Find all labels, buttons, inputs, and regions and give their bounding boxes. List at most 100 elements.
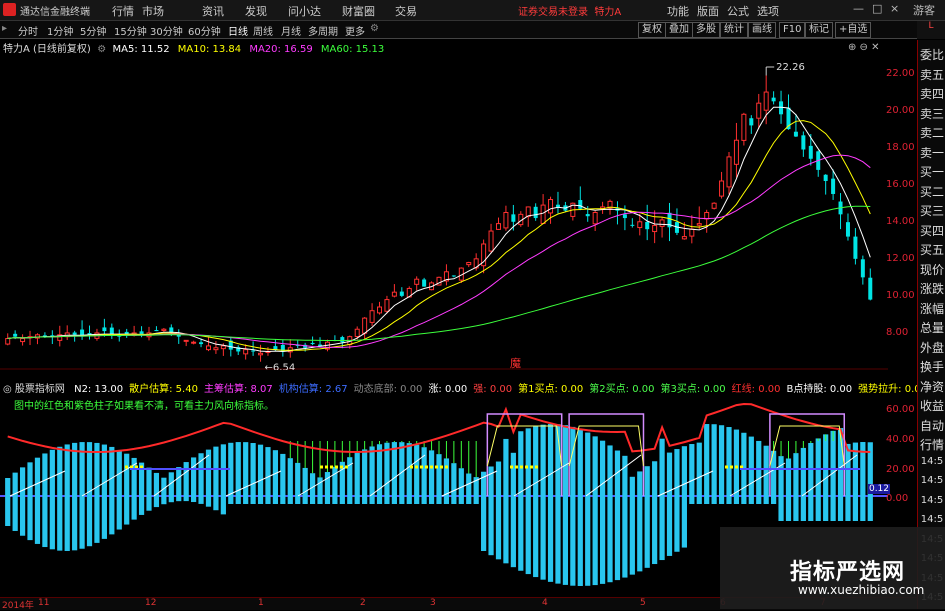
side-item-0[interactable]: 委比 (919, 46, 945, 63)
indicator-bar (228, 496, 234, 504)
minimize-icon[interactable]: — (853, 2, 864, 15)
menu-0[interactable]: 行情 (112, 3, 134, 19)
indicator-name[interactable]: 股票指标网 (15, 384, 65, 395)
indicator-bar (763, 445, 769, 496)
indicator-bar (614, 450, 621, 496)
side-item-19[interactable]: 自动 (919, 417, 945, 434)
menu-5[interactable]: 财富圈 (342, 3, 375, 19)
period-8[interactable]: 月线 (281, 23, 301, 38)
period-4[interactable]: 30分钟 (150, 23, 183, 38)
side-item-7[interactable]: 买二 (919, 183, 945, 200)
tool-6[interactable]: 标记 (805, 22, 833, 38)
restore-icon[interactable]: □ (872, 2, 882, 15)
side-item-13[interactable]: 涨幅 (919, 300, 945, 317)
side-item-18[interactable]: 收益 (919, 397, 945, 414)
tool-1[interactable]: 叠加 (665, 22, 693, 38)
period-2[interactable]: 5分钟 (80, 23, 106, 38)
menu-6[interactable]: 交易 (395, 3, 417, 19)
tool-7[interactable]: +自选 (835, 22, 872, 38)
right-menu-1[interactable]: 版面 (697, 3, 719, 19)
period-9[interactable]: 多周期 (308, 23, 338, 38)
side-item-24[interactable]: 14:5 (919, 514, 945, 525)
indicator-bar (362, 496, 368, 504)
ind-tick-3: 0.00 (886, 493, 909, 504)
side-item-5[interactable]: 卖一 (919, 144, 945, 161)
collapse-icon[interactable]: ▸ (2, 23, 7, 34)
price-tick-3: 16.00 (886, 178, 915, 190)
tool-3[interactable]: 统计 (720, 22, 748, 38)
side-item-22[interactable]: 14:5 (919, 475, 945, 486)
menu-4[interactable]: 问小达 (288, 3, 321, 19)
guest-button[interactable]: 游客 (913, 2, 935, 18)
indicator-bar (421, 496, 427, 504)
right-menu-2[interactable]: 公式 (727, 3, 749, 19)
menu-1[interactable]: 市场 (142, 3, 164, 19)
indicator-bar (399, 496, 405, 504)
right-menu-3[interactable]: 选项 (757, 3, 779, 19)
tool-5[interactable]: F10 (779, 22, 806, 38)
side-item-15[interactable]: 外盘 (919, 339, 945, 356)
tool-4[interactable]: 画线 (748, 22, 776, 38)
period-3[interactable]: 15分钟 (114, 23, 147, 38)
indicator-bar (146, 496, 152, 511)
indicator-bar (309, 473, 316, 496)
side-item-17[interactable]: 净资 (919, 378, 945, 395)
panel-tag[interactable]: L (917, 21, 945, 39)
candle-body (154, 330, 159, 332)
side-item-11[interactable]: 现价 (919, 261, 945, 278)
candle-body (793, 131, 798, 137)
indicator-bar (778, 456, 784, 496)
price-tick-1: 20.00 (886, 104, 915, 116)
indicator-bar (213, 446, 219, 496)
period-0[interactable]: 分时 (18, 23, 38, 38)
side-item-1[interactable]: 卖五 (919, 66, 945, 83)
gear-icon[interactable]: ⚙ (94, 44, 109, 55)
side-item-6[interactable]: 买一 (919, 163, 945, 180)
side-item-23[interactable]: 14:5 (919, 495, 945, 506)
indicator-bar (191, 457, 197, 496)
settings-icon[interactable]: ⚙ (370, 23, 379, 34)
indicator-bar (198, 496, 204, 504)
tool-2[interactable]: 多股 (692, 22, 720, 38)
period-6[interactable]: 日线 (228, 23, 248, 38)
price-tick-6: 10.00 (886, 289, 915, 301)
date-tick-5: 3 (430, 598, 436, 608)
indicator-bar (72, 496, 78, 551)
tool-0[interactable]: 复权 (638, 22, 666, 38)
login-notice[interactable]: 证券交易未登录 特力A (518, 3, 621, 18)
side-item-8[interactable]: 买三 (919, 202, 945, 219)
side-item-9[interactable]: 买四 (919, 222, 945, 239)
side-item-20[interactable]: 行情 (919, 436, 945, 453)
side-item-16[interactable]: 换手 (919, 358, 945, 375)
chart-zoom-icons[interactable]: ⊕ ⊖ ✕ (848, 42, 880, 53)
period-1[interactable]: 1分钟 (47, 23, 73, 38)
indicator-bar (205, 496, 212, 507)
period-10[interactable]: 更多 (345, 23, 365, 38)
indicator-bar (533, 426, 539, 496)
period-5[interactable]: 60分钟 (188, 23, 221, 38)
side-item-2[interactable]: 卖四 (919, 85, 945, 102)
indicator-bar (428, 450, 435, 496)
side-item-21[interactable]: 14:5 (919, 456, 945, 467)
last-value-badge: 0.12 (868, 484, 890, 494)
menu-3[interactable]: 发现 (245, 3, 267, 19)
indicator-bar (800, 496, 806, 521)
indicator-value-6: 强: 0.00 (473, 384, 513, 395)
side-item-12[interactable]: 涨跌 (919, 280, 945, 297)
indicator-bar (443, 458, 450, 496)
indicator-bar (347, 457, 353, 496)
period-7[interactable]: 周线 (253, 23, 273, 38)
side-item-10[interactable]: 买五 (919, 241, 945, 258)
right-menu-0[interactable]: 功能 (667, 3, 689, 19)
side-item-4[interactable]: 卖二 (919, 124, 945, 141)
side-item-14[interactable]: 总量 (919, 319, 945, 336)
menu-2[interactable]: 资讯 (202, 3, 224, 19)
indicator-bar (808, 496, 814, 521)
indicator-bar (845, 496, 851, 521)
indicator-bar (585, 496, 591, 586)
indicator-bar (652, 461, 658, 496)
candle-body (369, 310, 375, 323)
candlestick-chart[interactable]: 22.26 ←6.54 魔 (0, 55, 888, 370)
close-icon[interactable]: × (890, 2, 899, 15)
side-item-3[interactable]: 卖三 (919, 105, 945, 122)
